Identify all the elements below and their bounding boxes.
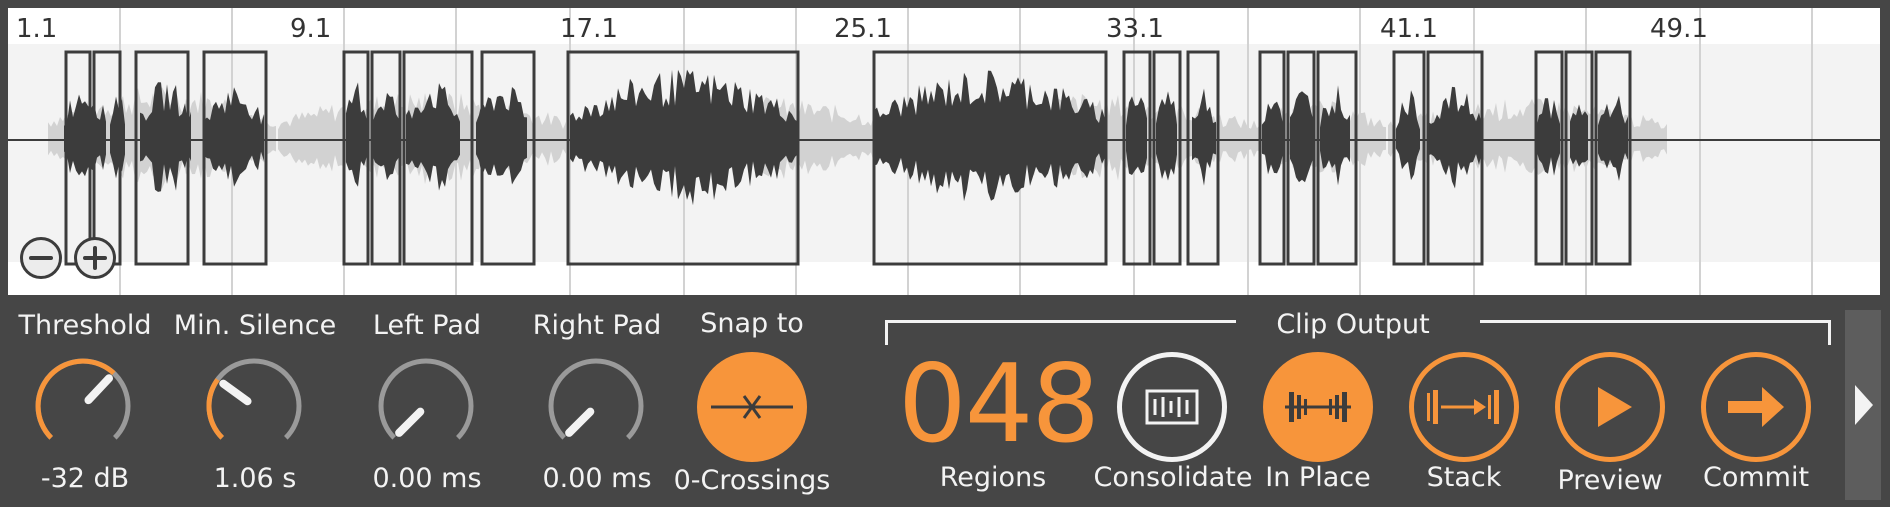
right-pad-label: Right Pad: [532, 310, 662, 341]
stack-button[interactable]: [1409, 352, 1519, 462]
regions-label: Regions: [939, 462, 1047, 493]
knob-track: [378, 358, 474, 440]
knob-value-arc: [206, 378, 225, 440]
min-silence-value: 1.06 s: [213, 463, 297, 494]
knob-track: [206, 358, 302, 440]
consolidate-button[interactable]: [1117, 352, 1227, 462]
snap-label: Snap to: [700, 308, 804, 339]
knob-track: [548, 358, 644, 440]
stack-label: Stack: [1426, 462, 1502, 493]
right-pad-value: 0.00 ms: [542, 463, 652, 494]
expand-panel-tab[interactable]: [1845, 310, 1881, 500]
commit-label: Commit: [1702, 462, 1810, 493]
threshold-knob[interactable]: [27, 350, 139, 462]
waveform-canvas[interactable]: [8, 8, 1880, 295]
arrow-right-icon: [1728, 387, 1784, 427]
snap-zero-crossings-button[interactable]: [697, 352, 807, 462]
knob-pointer: [395, 407, 425, 437]
chevron-right-icon: [1855, 385, 1873, 425]
bar-label: 9.1: [290, 14, 332, 44]
snap-value: 0-Crossings: [673, 465, 831, 496]
left-pad-knob[interactable]: [370, 350, 482, 462]
waveform-segment: [1570, 104, 1588, 167]
min-silence-knob[interactable]: [198, 350, 310, 462]
bar-label: 1.1: [16, 14, 58, 44]
stack-icon: [1427, 390, 1499, 424]
preview-button[interactable]: [1555, 352, 1665, 462]
bar-label: 33.1: [1106, 14, 1164, 44]
threshold-label: Threshold: [18, 310, 152, 341]
knob-pointer: [565, 407, 595, 437]
in-place-icon: [1285, 392, 1351, 422]
bar-label: 41.1: [1380, 14, 1438, 44]
waveform-segment: [1126, 96, 1147, 175]
bar-label: 17.1: [560, 14, 618, 44]
preview-label: Preview: [1557, 465, 1663, 496]
left-pad-value: 0.00 ms: [372, 463, 482, 494]
bar-label: 49.1: [1650, 14, 1708, 44]
play-icon: [1598, 387, 1632, 427]
clip-output-bracket-right: [1480, 320, 1831, 345]
plus-icon: [83, 246, 107, 270]
region-count: 048: [898, 342, 1100, 467]
zoom-in-button[interactable]: [74, 237, 116, 279]
right-pad-knob[interactable]: [540, 350, 652, 462]
clip-output-header: Clip Output: [1276, 309, 1430, 340]
minus-icon: [29, 256, 53, 260]
knob-pointer: [219, 379, 252, 406]
consolidate-icon: [1145, 389, 1199, 425]
min-silence-label: Min. Silence: [173, 310, 337, 341]
commit-button[interactable]: [1701, 352, 1811, 462]
waveform-view[interactable]: 1.1 9.1 17.1 25.1 33.1 41.1 49.1: [8, 8, 1880, 295]
zero-crossing-icon: [711, 395, 793, 419]
left-pad-label: Left Pad: [372, 310, 482, 341]
knob-pointer: [84, 374, 114, 405]
knob-value-arc: [35, 358, 116, 440]
threshold-value: -32 dB: [40, 463, 130, 494]
consolidate-label: Consolidate: [1093, 462, 1253, 493]
in-place-label: In Place: [1265, 462, 1371, 493]
zoom-out-button[interactable]: [20, 237, 62, 279]
bar-label: 25.1: [834, 14, 892, 44]
in-place-button[interactable]: [1263, 352, 1373, 462]
